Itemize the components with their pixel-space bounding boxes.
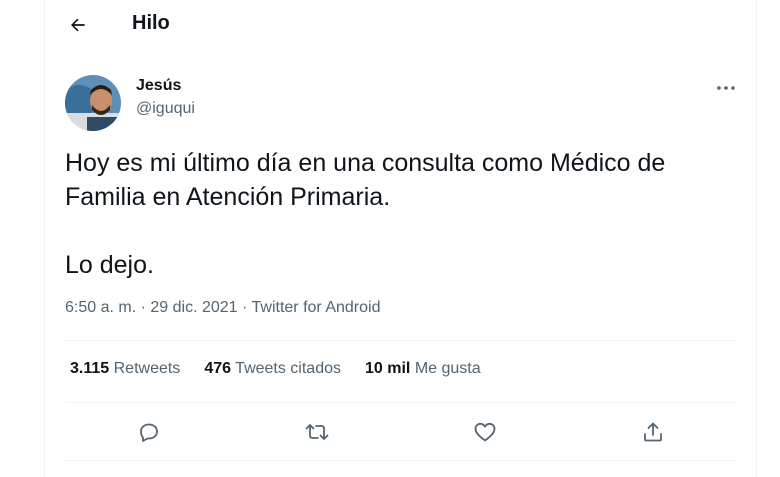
- tweet-source[interactable]: Twitter for Android: [252, 299, 381, 316]
- reply-button[interactable]: [131, 414, 167, 450]
- back-button[interactable]: [63, 10, 93, 40]
- stat-label: Retweets: [113, 360, 181, 377]
- arrow-left-icon: [71, 18, 85, 32]
- meta-separator: ·: [140, 299, 151, 316]
- tweet-meta: 6:50 a. m. · 29 dic. 2021 · Twitter for …: [65, 299, 380, 317]
- retweet-button[interactable]: [299, 414, 335, 450]
- avatar[interactable]: [65, 75, 121, 131]
- tweet-date[interactable]: 29 dic. 2021: [150, 299, 237, 316]
- divider: [65, 402, 736, 403]
- tweet-time[interactable]: 6:50 a. m.: [65, 299, 136, 316]
- more-icon: [717, 86, 735, 90]
- stat-value: 10 mil: [365, 360, 411, 377]
- retweets-stat[interactable]: 3.115 Retweets: [70, 360, 180, 378]
- author-handle[interactable]: @iguqui: [136, 100, 195, 118]
- tweet-stats: 3.115 Retweets 476 Tweets citados 10 mil…: [70, 360, 505, 378]
- stat-value: 3.115: [70, 360, 110, 377]
- avatar-image: [65, 75, 121, 131]
- page-title: Hilo: [132, 12, 170, 34]
- author-name[interactable]: Jesús: [136, 77, 181, 95]
- heart-icon: [474, 422, 496, 442]
- stat-label: Me gusta: [414, 360, 481, 377]
- meta-separator: ·: [242, 299, 252, 316]
- thread-header: Hilo: [45, 0, 756, 50]
- more-options-button[interactable]: [711, 76, 741, 100]
- quote-tweets-stat[interactable]: 476 Tweets citados: [204, 360, 341, 378]
- stat-label: Tweets citados: [235, 360, 341, 377]
- share-button[interactable]: [635, 414, 671, 450]
- tweet-actions: [65, 414, 736, 450]
- timeline-column: Hilo Jesús @iguqui Hoy es mi último día …: [44, 0, 757, 477]
- retweet-icon: [305, 424, 329, 440]
- divider: [65, 340, 736, 341]
- stat-value: 476: [204, 360, 232, 377]
- like-button[interactable]: [467, 414, 503, 450]
- likes-stat[interactable]: 10 mil Me gusta: [365, 360, 481, 378]
- divider: [65, 460, 736, 461]
- tweet-text: Hoy es mi último día en una consulta com…: [65, 149, 666, 279]
- reply-icon: [140, 423, 158, 442]
- share-icon: [644, 422, 662, 442]
